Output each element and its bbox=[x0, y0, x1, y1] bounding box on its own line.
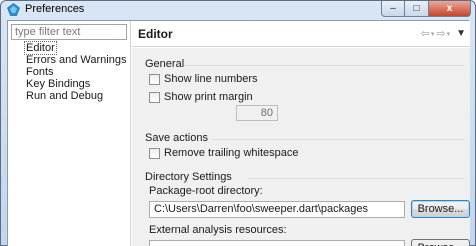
checkbox-label: Show line numbers bbox=[164, 73, 258, 85]
page-header: Editor ⇦ ▾ ⇨ ▾ ▼ bbox=[132, 21, 470, 47]
back-arrow-icon: ⇦ bbox=[420, 28, 430, 40]
page-navigation: ⇦ ▾ ⇨ ▾ ▼ bbox=[421, 27, 466, 40]
section-divider bbox=[248, 178, 464, 179]
section-divider bbox=[184, 65, 464, 66]
checkbox-label: Remove trailing whitespace bbox=[164, 147, 299, 159]
close-button[interactable]: x bbox=[429, 1, 471, 17]
app-icon bbox=[7, 3, 20, 16]
show-line-numbers-checkbox[interactable]: Show line numbers bbox=[149, 73, 258, 85]
preference-tree: Editor Errors and Warnings Fonts Key Bin… bbox=[8, 41, 130, 102]
window-controls: – □ x bbox=[381, 1, 471, 18]
forward-button[interactable]: ⇨ ▾ bbox=[436, 27, 450, 40]
tree-item-label: Errors and Warnings bbox=[26, 54, 127, 66]
title-bar: Preferences – □ x bbox=[1, 1, 476, 19]
dialog-body: Editor Errors and Warnings Fonts Key Bin… bbox=[7, 20, 470, 246]
remove-trailing-whitespace-checkbox[interactable]: Remove trailing whitespace bbox=[149, 147, 299, 159]
preference-tree-pane: Editor Errors and Warnings Fonts Key Bin… bbox=[8, 21, 131, 246]
chevron-down-icon: ▾ bbox=[430, 30, 435, 38]
tree-item-editor[interactable]: Editor bbox=[8, 41, 130, 55]
package-root-browse-button[interactable]: Browse... bbox=[411, 200, 470, 218]
tree-item-run-and-debug[interactable]: Run and Debug bbox=[8, 90, 130, 102]
minimize-button[interactable]: – bbox=[381, 1, 405, 17]
filter-input[interactable] bbox=[11, 24, 127, 40]
tree-item-fonts[interactable]: Fonts bbox=[8, 66, 130, 78]
preferences-window: Preferences – □ x Editor Errors and Warn… bbox=[0, 0, 476, 246]
print-margin-field: 80 bbox=[236, 105, 278, 121]
tree-item-label: Key Bindings bbox=[26, 78, 91, 90]
view-menu-icon[interactable]: ▼ bbox=[456, 28, 466, 39]
external-analysis-field[interactable] bbox=[149, 240, 405, 246]
back-button[interactable]: ⇦ ▾ bbox=[421, 27, 435, 40]
package-root-label: Package-root directory: bbox=[149, 185, 263, 197]
tree-item-errors-and-warnings[interactable]: Errors and Warnings bbox=[8, 54, 130, 66]
general-section-title: General bbox=[145, 58, 185, 70]
chevron-down-icon: ▾ bbox=[446, 30, 451, 38]
directory-settings-section-title: Directory Settings bbox=[145, 171, 232, 183]
external-analysis-browse-button[interactable]: Browse... bbox=[411, 239, 470, 246]
package-root-field[interactable]: C:\Users\Darren\foo\sweeper.dart\package… bbox=[149, 201, 405, 218]
tree-item-label: Run and Debug bbox=[26, 90, 104, 102]
external-analysis-label: External analysis resources: bbox=[149, 224, 287, 236]
tree-item-key-bindings[interactable]: Key Bindings bbox=[8, 78, 130, 90]
checkbox-label: Show print margin bbox=[164, 91, 253, 103]
window-title: Preferences bbox=[25, 3, 85, 15]
forward-arrow-icon: ⇨ bbox=[436, 28, 446, 40]
preference-page: Editor ⇦ ▾ ⇨ ▾ ▼ General Show line numbe… bbox=[132, 21, 470, 246]
maximize-button[interactable]: □ bbox=[405, 1, 429, 17]
tree-item-label: Editor bbox=[24, 41, 57, 55]
page-title: Editor bbox=[138, 27, 173, 41]
checkbox-box[interactable] bbox=[149, 73, 160, 85]
checkbox-box[interactable] bbox=[149, 147, 160, 159]
show-print-margin-checkbox[interactable]: Show print margin bbox=[149, 91, 253, 103]
page-content: General Show line numbers Show print mar… bbox=[132, 48, 470, 246]
section-divider bbox=[212, 139, 464, 140]
checkbox-box[interactable] bbox=[149, 91, 160, 103]
save-actions-section-title: Save actions bbox=[145, 132, 208, 144]
tree-item-label: Fonts bbox=[26, 66, 54, 78]
